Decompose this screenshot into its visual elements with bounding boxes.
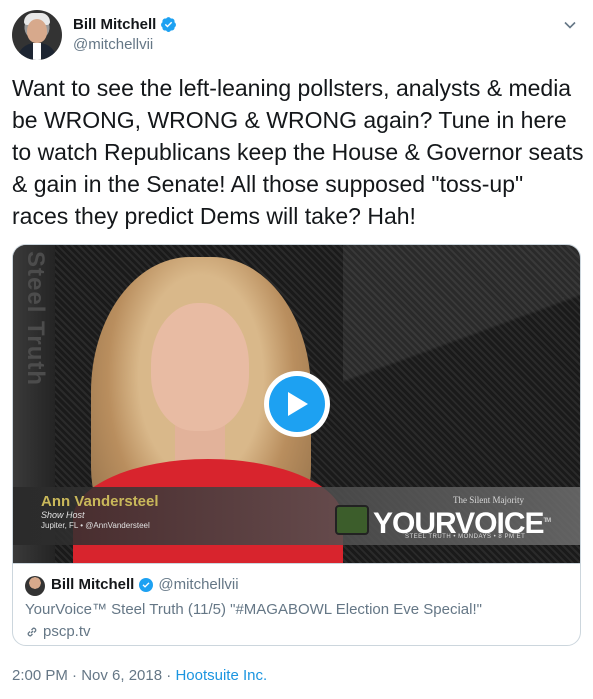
chevron-down-icon[interactable] xyxy=(563,18,577,32)
card-author-handle: @mitchellvii xyxy=(158,576,239,593)
video-player[interactable]: Steel Truth Ann Vandersteel Show Host Ju… xyxy=(13,245,580,563)
host-name: Ann Vandersteel xyxy=(41,493,159,510)
brand-trademark: TM xyxy=(543,518,552,524)
brand-tagline: The Silent Majority xyxy=(453,495,524,505)
play-icon xyxy=(288,392,308,416)
card-title[interactable]: YourVoice™ Steel Truth (11/5) "#MAGABOWL… xyxy=(25,601,482,618)
tweet-header: Bill Mitchell @mitchellvii xyxy=(12,10,581,62)
avatar[interactable] xyxy=(12,10,62,60)
card-domain: pscp.tv xyxy=(43,623,91,640)
video-background xyxy=(343,245,580,495)
author-block[interactable]: Bill Mitchell @mitchellvii xyxy=(73,16,177,53)
link-icon xyxy=(27,627,37,636)
play-button[interactable] xyxy=(264,371,330,437)
play-button-inner[interactable] xyxy=(269,376,325,432)
video-side-logo: Steel Truth xyxy=(22,251,49,387)
verified-badge-icon xyxy=(139,577,154,592)
author-display-name[interactable]: Bill Mitchell xyxy=(73,16,156,33)
card-author-avatar xyxy=(25,576,45,596)
card-author-row: Bill Mitchell @mitchellvii xyxy=(51,576,239,593)
link-card[interactable]: Steel Truth Ann Vandersteel Show Host Ju… xyxy=(12,244,581,646)
tweet-text: Want to see the left-leaning pollsters, … xyxy=(12,75,584,229)
card-author-name: Bill Mitchell xyxy=(51,576,135,593)
author-display-name-row[interactable]: Bill Mitchell xyxy=(73,16,177,33)
host-location: Jupiter, FL • @AnnVandersteel xyxy=(41,521,150,530)
host-image-face xyxy=(151,303,249,431)
author-handle[interactable]: @mitchellvii xyxy=(73,36,177,53)
timestamp[interactable]: 2:00 PM · Nov 6, 2018 xyxy=(12,667,162,684)
footer-separator: · xyxy=(162,667,176,684)
tweet-footer: 2:00 PM · Nov 6, 2018 · Hootsuite Inc. xyxy=(12,667,267,684)
verified-badge-icon xyxy=(161,17,177,32)
brand-schedule: STEEL TRUTH • MONDAYS • 8 PM ET xyxy=(405,534,526,540)
card-domain-row: pscp.tv xyxy=(25,623,91,640)
source-link[interactable]: Hootsuite Inc. xyxy=(175,667,267,684)
card-meta[interactable]: Bill Mitchell @mitchellvii YourVoice™ St… xyxy=(13,563,580,645)
host-title: Show Host xyxy=(41,510,85,520)
tv-logo-icon xyxy=(335,505,369,535)
